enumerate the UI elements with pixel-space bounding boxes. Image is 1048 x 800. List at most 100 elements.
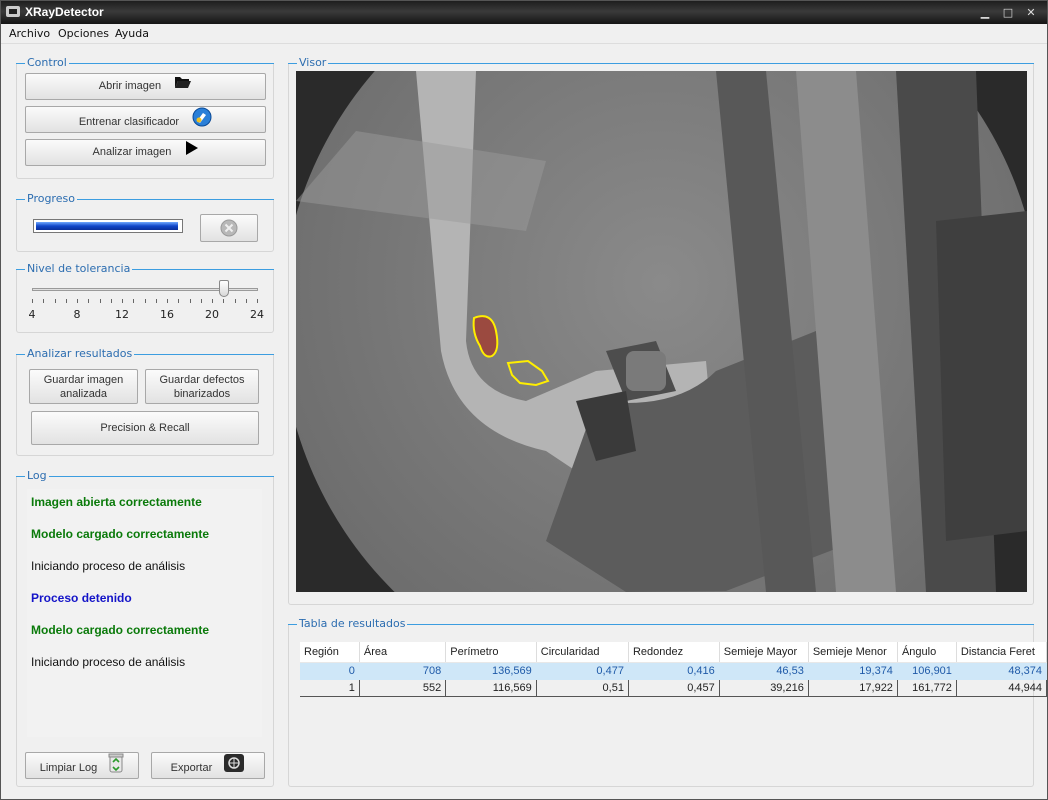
table-header-cell[interactable]: Semieje Mayor (719, 642, 809, 663)
save-binarized-defects-label-line1: Guardar defectos (159, 374, 245, 386)
slider-minor-tick (43, 299, 45, 303)
analyze-image-button[interactable]: Analizar imagen (25, 139, 266, 166)
xray-image-viewer[interactable] (296, 71, 1027, 592)
open-image-button[interactable]: Abrir imagen (25, 73, 266, 100)
log-panel[interactable]: Imagen abierta correctamente Modelo carga… (27, 489, 262, 737)
stop-icon (220, 219, 238, 240)
export-label: Exportar (170, 761, 213, 774)
table-cell: 136,569 (445, 662, 537, 680)
table-row[interactable]: 1 552 116,569 0,51 0,457 39,216 17,922 161,772 4… (300, 679, 1048, 697)
table-cell: 552 (359, 679, 447, 697)
slider-tick (257, 299, 258, 303)
table-header-cell[interactable]: Circularidad (536, 642, 629, 663)
train-classifier-button[interactable]: Entrenar clasificador (25, 106, 266, 133)
slider-tick (32, 299, 33, 303)
window-title: XRayDetector (25, 5, 104, 19)
slider-tick-label: 20 (205, 308, 219, 321)
slider-minor-tick (178, 299, 180, 303)
table-row[interactable]: 0 708 136,569 0,477 0,416 46,53 19,374 106,901 4… (300, 662, 1048, 680)
train-classifier-label: Entrenar clasificador (78, 115, 180, 128)
stop-button[interactable] (200, 214, 258, 242)
app-icon (6, 6, 20, 17)
clear-log-button[interactable]: Limpiar Log (25, 752, 139, 779)
precision-recall-label: Precision & Recall (100, 422, 190, 434)
table-cell: 106,901 (897, 662, 957, 680)
table-header-cell[interactable]: Ángulo (897, 642, 957, 663)
table-cell: 0,457 (628, 679, 720, 697)
results-table-group-title: Tabla de resultados (297, 617, 408, 630)
analyze-image-label: Analizar imagen (92, 146, 172, 159)
table-cell: 48,374 (956, 662, 1048, 680)
folder-open-icon (174, 74, 192, 99)
save-analyzed-image-label-line2: analizada (59, 388, 108, 400)
slider-minor-tick (88, 299, 90, 303)
results-table[interactable]: Región Área Perímetro Circularidad Redondez S… (300, 642, 1048, 697)
slider-tick (212, 299, 213, 303)
table-header-cell[interactable]: Redondez (628, 642, 720, 663)
table-header-cell[interactable]: Región (300, 642, 360, 663)
slider-minor-tick (54, 299, 56, 303)
table-cell: 17,922 (808, 679, 898, 697)
slider-minor-tick (189, 299, 191, 303)
open-image-label: Abrir imagen (98, 80, 162, 93)
table-cell: 0 (300, 662, 360, 680)
menu-opciones[interactable]: Opciones (58, 27, 109, 40)
slider-tick-label: 16 (160, 308, 174, 321)
slider-tick-label: 4 (28, 308, 36, 321)
tolerance-slider-thumb[interactable] (219, 280, 230, 297)
table-header-cell[interactable]: Perímetro (445, 642, 537, 663)
table-cell: 39,216 (719, 679, 809, 697)
table-header-cell[interactable]: Distancia Feret (956, 642, 1048, 663)
table-header-cell[interactable]: Semieje Menor (808, 642, 898, 663)
maximize-icon[interactable]: □ (1001, 6, 1015, 19)
log-entry: Proceso detenido (31, 591, 132, 605)
slider-minor-tick (223, 299, 225, 303)
table-cell: 0,477 (536, 662, 629, 680)
slider-minor-tick (155, 299, 157, 303)
analyze-results-group-title: Analizar resultados (25, 347, 135, 360)
control-group-title: Control (25, 56, 69, 69)
slider-tick (122, 299, 123, 303)
save-analyzed-image-label-line1: Guardar imagen (43, 374, 124, 386)
train-icon (192, 107, 212, 137)
progress-group-title: Progreso (25, 192, 77, 205)
app-window: XRayDetector ▁ □ ✕ Archivo Opciones Ayud… (0, 0, 1048, 800)
slider-tick (77, 299, 78, 303)
menu-bar: Archivo Opciones Ayuda (1, 24, 1047, 44)
slider-minor-tick (110, 299, 112, 303)
slider-tick (167, 299, 168, 303)
progress-fill (36, 222, 178, 230)
slider-minor-tick (99, 299, 101, 303)
viewer-group-title: Visor (297, 56, 329, 69)
slider-minor-tick (234, 299, 236, 303)
table-header-cell[interactable]: Área (359, 642, 447, 663)
log-entry: Iniciando proceso de análisis (31, 559, 186, 573)
slider-tick-label: 8 (73, 308, 81, 321)
log-group-title: Log (25, 469, 49, 482)
log-entry: Modelo cargado correctamente (31, 527, 210, 541)
menu-ayuda[interactable]: Ayuda (115, 27, 149, 40)
slider-minor-tick (144, 299, 146, 303)
save-binarized-defects-button[interactable]: Guardar defectos binarizados (145, 369, 259, 404)
title-bar[interactable]: XRayDetector ▁ □ ✕ (1, 1, 1047, 24)
slider-minor-tick (245, 299, 247, 303)
progress-bar (33, 219, 183, 233)
table-cell: 161,772 (897, 679, 957, 697)
table-cell: 708 (359, 662, 447, 680)
save-analyzed-image-button[interactable]: Guardar imagen analizada (29, 369, 138, 404)
table-cell: 46,53 (719, 662, 809, 680)
table-cell: 44,944 (956, 679, 1048, 697)
recycle-bin-icon (108, 753, 124, 783)
export-button[interactable]: Exportar (151, 752, 265, 779)
log-entry: Modelo cargado correctamente (31, 623, 210, 637)
slider-tick-label: 24 (250, 308, 264, 321)
precision-recall-button[interactable]: Precision & Recall (31, 411, 259, 445)
table-cell: 0,416 (628, 662, 720, 680)
menu-archivo[interactable]: Archivo (9, 27, 50, 40)
export-icon (223, 753, 245, 783)
table-cell: 0,51 (536, 679, 629, 697)
minimize-icon[interactable]: ▁ (978, 6, 992, 19)
save-binarized-defects-label-line2: binarizados (173, 388, 231, 400)
table-header-row: Región Área Perímetro Circularidad Redondez S… (300, 642, 1048, 663)
close-icon[interactable]: ✕ (1024, 6, 1038, 19)
